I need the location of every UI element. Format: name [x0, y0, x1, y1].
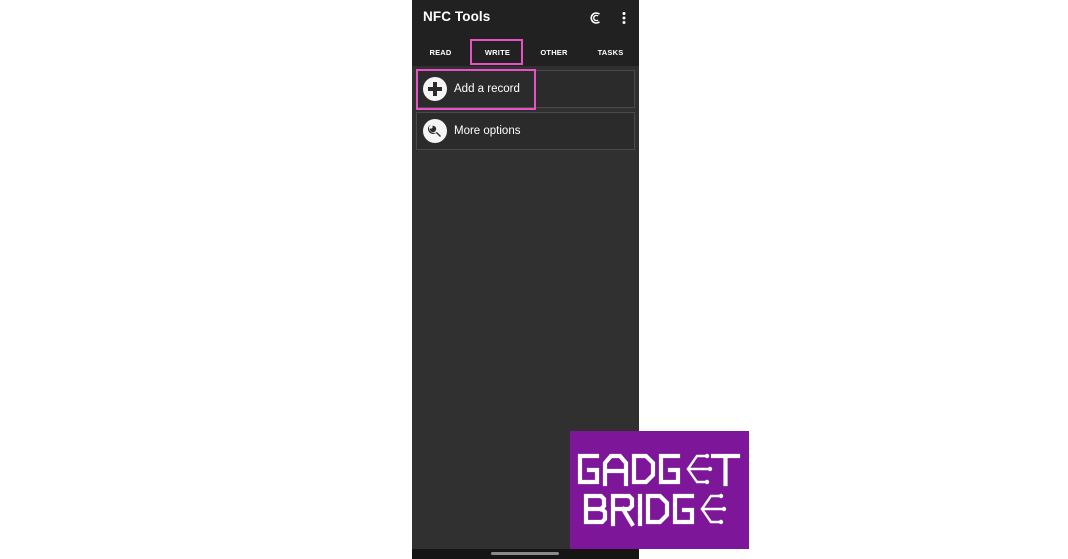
app-bar: NFC Tools — [412, 0, 639, 38]
tab-write[interactable]: WRITE — [469, 38, 526, 66]
tab-bar: READ WRITE OTHER TASKS — [412, 38, 639, 66]
wrench-icon — [423, 119, 447, 143]
more-options-item[interactable]: More options — [416, 112, 635, 150]
gesture-handle[interactable] — [491, 552, 559, 555]
tab-tasks[interactable]: TASKS — [582, 38, 639, 66]
overflow-menu-icon[interactable] — [615, 9, 633, 27]
tab-other[interactable]: OTHER — [526, 38, 582, 66]
add-record-item[interactable]: Add a record — [416, 70, 635, 108]
add-record-label: Add a record — [454, 83, 520, 95]
system-navigation-bar — [412, 549, 639, 559]
subscription-icon[interactable] — [587, 9, 605, 27]
page: NFC Tools READ WRITE OTHER TASKS Add a r… — [0, 0, 1068, 559]
plus-circle-icon — [423, 77, 447, 101]
gadget-bridge-logo — [570, 431, 749, 549]
app-title: NFC Tools — [423, 9, 491, 24]
more-options-label: More options — [454, 125, 521, 137]
gadget-bridge-logo-art — [577, 453, 741, 527]
tab-read[interactable]: READ — [412, 38, 469, 66]
